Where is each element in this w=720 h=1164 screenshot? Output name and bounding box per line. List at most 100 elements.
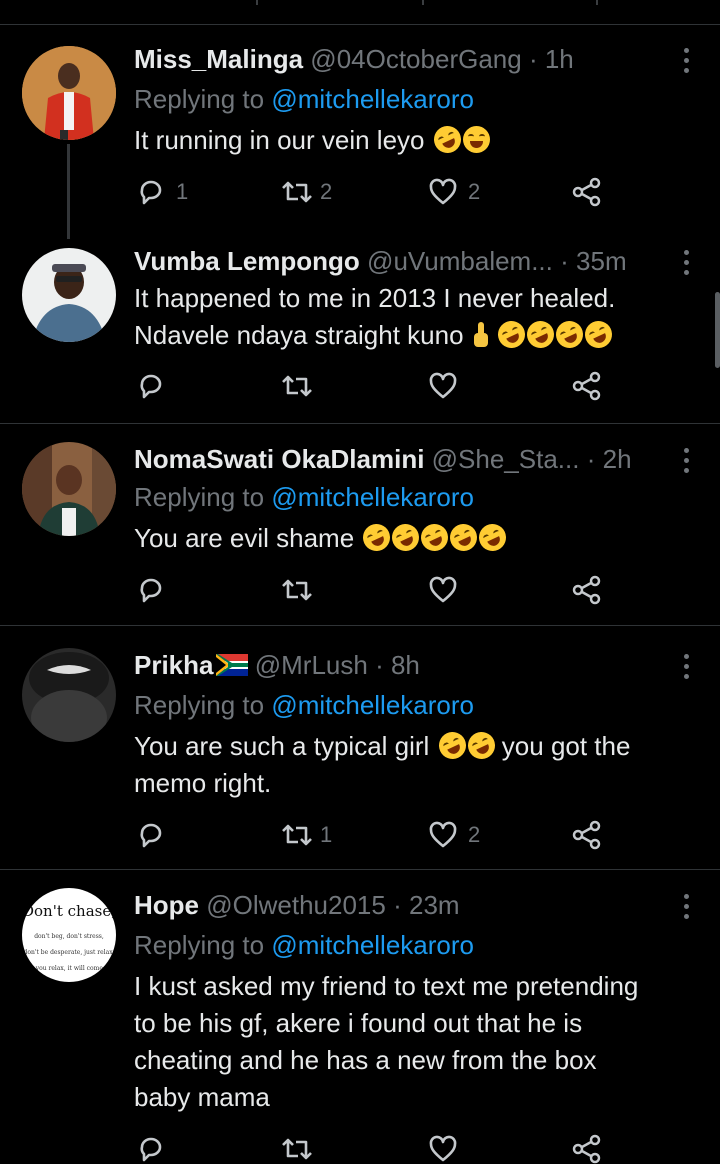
tweet-prikha[interactable]: Prikha @MrLush · 8h Replying to @mitchel…: [0, 648, 720, 870]
reply-icon: [140, 1137, 162, 1162]
divider: [0, 423, 720, 424]
tears-of-joy-emoji-icon: [416, 519, 453, 556]
reply-icon: [140, 578, 162, 603]
timestamp[interactable]: 8h: [391, 650, 420, 680]
replying-to: Replying to @mitchellekaroro: [134, 480, 474, 514]
scrollbar[interactable]: [715, 292, 720, 368]
more-options-icon[interactable]: [676, 246, 696, 280]
replying-to-label: Replying to: [134, 930, 272, 960]
reply-icon: [140, 823, 162, 848]
retweet-icon: [282, 375, 312, 397]
avatar[interactable]: Don't chase, don't beg, don't stress, do…: [22, 888, 116, 982]
tweet-header: Prikha @MrLush · 8h: [134, 648, 680, 682]
heart-icon: [429, 178, 457, 205]
heart-icon: [429, 821, 457, 848]
handle[interactable]: @MrLush: [255, 650, 368, 680]
separator-dot: ·: [560, 246, 569, 276]
share-icon: [572, 820, 601, 850]
rolling-laughing-emoji-icon: [522, 316, 559, 353]
avatar[interactable]: [22, 248, 116, 342]
mention-link[interactable]: @mitchellekaroro: [271, 690, 474, 720]
avatar-text: don't be desperate, just relax.: [24, 949, 115, 956]
timestamp[interactable]: 23m: [409, 890, 460, 920]
avatar[interactable]: [22, 46, 116, 140]
share-icon: [572, 371, 601, 401]
south-africa-flag-icon: [215, 654, 248, 676]
more-options-icon[interactable]: [676, 44, 696, 78]
share-icon: [572, 575, 601, 605]
tweet-text-line: baby mama: [134, 1082, 270, 1112]
avatar-text: don't beg, don't stress,: [34, 933, 104, 940]
tweet-miss-malinga[interactable]: Miss_Malinga @04OctoberGang · 1h Replyin…: [0, 42, 720, 239]
timestamp[interactable]: 35m: [576, 246, 627, 276]
divider: [0, 24, 720, 25]
tweet-text-line: memo right.: [134, 768, 272, 798]
mention-link[interactable]: @mitchellekaroro: [271, 930, 474, 960]
index-pointing-up-emoji-icon: [473, 322, 489, 348]
tweet-header: NomaSwati OkaDlamini @She_Sta... · 2h: [134, 442, 680, 476]
tweet-text-line: You are such a typical girl you got the: [134, 727, 694, 765]
handle[interactable]: @04OctoberGang: [310, 44, 521, 74]
share-icon: [572, 177, 601, 207]
retweet-icon: [282, 181, 312, 203]
tweet-text-line: It happened to me in 2013 I never healed…: [134, 283, 616, 313]
more-options-icon[interactable]: [676, 444, 696, 478]
tweet-text: I kust asked my friend to text me preten…: [134, 968, 694, 1116]
handle[interactable]: @She_Sta...: [432, 444, 580, 474]
tweet-text-line: I kust asked my friend to text me preten…: [134, 971, 639, 1001]
tweet-vumba-lempongo[interactable]: Vumba Lempongo @uVumbalem... · 35m It ha…: [0, 244, 720, 424]
tweet-hope[interactable]: Don't chase, don't beg, don't stress, do…: [0, 888, 720, 1164]
mention-link[interactable]: @mitchellekaroro: [271, 482, 474, 512]
tears-of-joy-emoji-icon: [474, 519, 511, 556]
retweet-icon: [282, 824, 312, 846]
tweet-text-body: You are such a typical girl: [134, 731, 430, 761]
tears-of-joy-emoji-icon: [462, 126, 490, 153]
avatar[interactable]: [22, 442, 116, 536]
display-name[interactable]: Miss_Malinga: [134, 44, 303, 74]
tweet-text-body: You are evil shame: [134, 523, 355, 553]
tweet-text-line: cheating and he has a new from the box: [134, 1045, 597, 1075]
tweet-text: You are such a typical girl you got the …: [134, 727, 694, 802]
heart-icon: [429, 1135, 457, 1162]
rolling-laughing-emoji-icon: [493, 316, 530, 353]
tweet-text: You are evil shame: [134, 519, 694, 557]
rolling-laughing-emoji-icon: [463, 727, 500, 764]
tweet-nomaswati-okadlamini[interactable]: NomaSwati OkaDlamini @She_Sta... · 2h Re…: [0, 442, 720, 626]
tweet-text-body: It running in our vein leyo: [134, 125, 425, 155]
divider: [0, 625, 720, 626]
tears-of-joy-emoji-icon: [387, 519, 424, 556]
tears-of-joy-emoji-icon: [445, 519, 482, 556]
tweet-text: It happened to me in 2013 I never healed…: [134, 280, 694, 354]
avatar[interactable]: [22, 648, 116, 742]
replying-to-label: Replying to: [134, 482, 272, 512]
tweet-actions: 1 2: [134, 820, 614, 850]
heart-icon: [429, 372, 457, 399]
display-name[interactable]: NomaSwati OkaDlamini: [134, 444, 424, 474]
tweet-actions: [134, 1134, 614, 1164]
replying-to: Replying to @mitchellekaroro: [134, 688, 474, 722]
display-name[interactable]: Prikha: [134, 650, 214, 680]
mention-link[interactable]: @mitchellekaroro: [271, 84, 474, 114]
separator-dot: ·: [528, 44, 538, 74]
like-count: 2: [468, 179, 481, 204]
tears-of-joy-emoji-icon: [434, 727, 471, 764]
tweet-text-line: Ndavele ndaya straight kuno: [134, 316, 694, 354]
display-name[interactable]: Vumba Lempongo: [134, 246, 360, 276]
retweet-count: 1: [320, 822, 333, 847]
tweet-header: Vumba Lempongo @uVumbalem... · 35m: [134, 244, 680, 278]
separator-dot: ·: [393, 890, 402, 920]
handle[interactable]: @Olwethu2015: [206, 890, 386, 920]
avatar-text: Don't chase,: [22, 902, 116, 920]
display-name[interactable]: Hope: [134, 890, 199, 920]
more-options-icon[interactable]: [676, 890, 696, 924]
handle[interactable]: @uVumbalem...: [367, 246, 553, 276]
separator-dot: ·: [586, 444, 596, 474]
avatar-text: as you relax, it will come to: [27, 965, 111, 972]
reply-icon: [140, 374, 162, 399]
more-options-icon[interactable]: [676, 650, 696, 684]
tweet-actions: [134, 575, 614, 605]
tears-of-joy-emoji-icon: [429, 121, 466, 158]
timestamp[interactable]: 2h: [603, 444, 632, 474]
tweet-text-body: Ndavele ndaya straight kuno: [134, 320, 464, 350]
timestamp[interactable]: 1h: [545, 44, 574, 74]
